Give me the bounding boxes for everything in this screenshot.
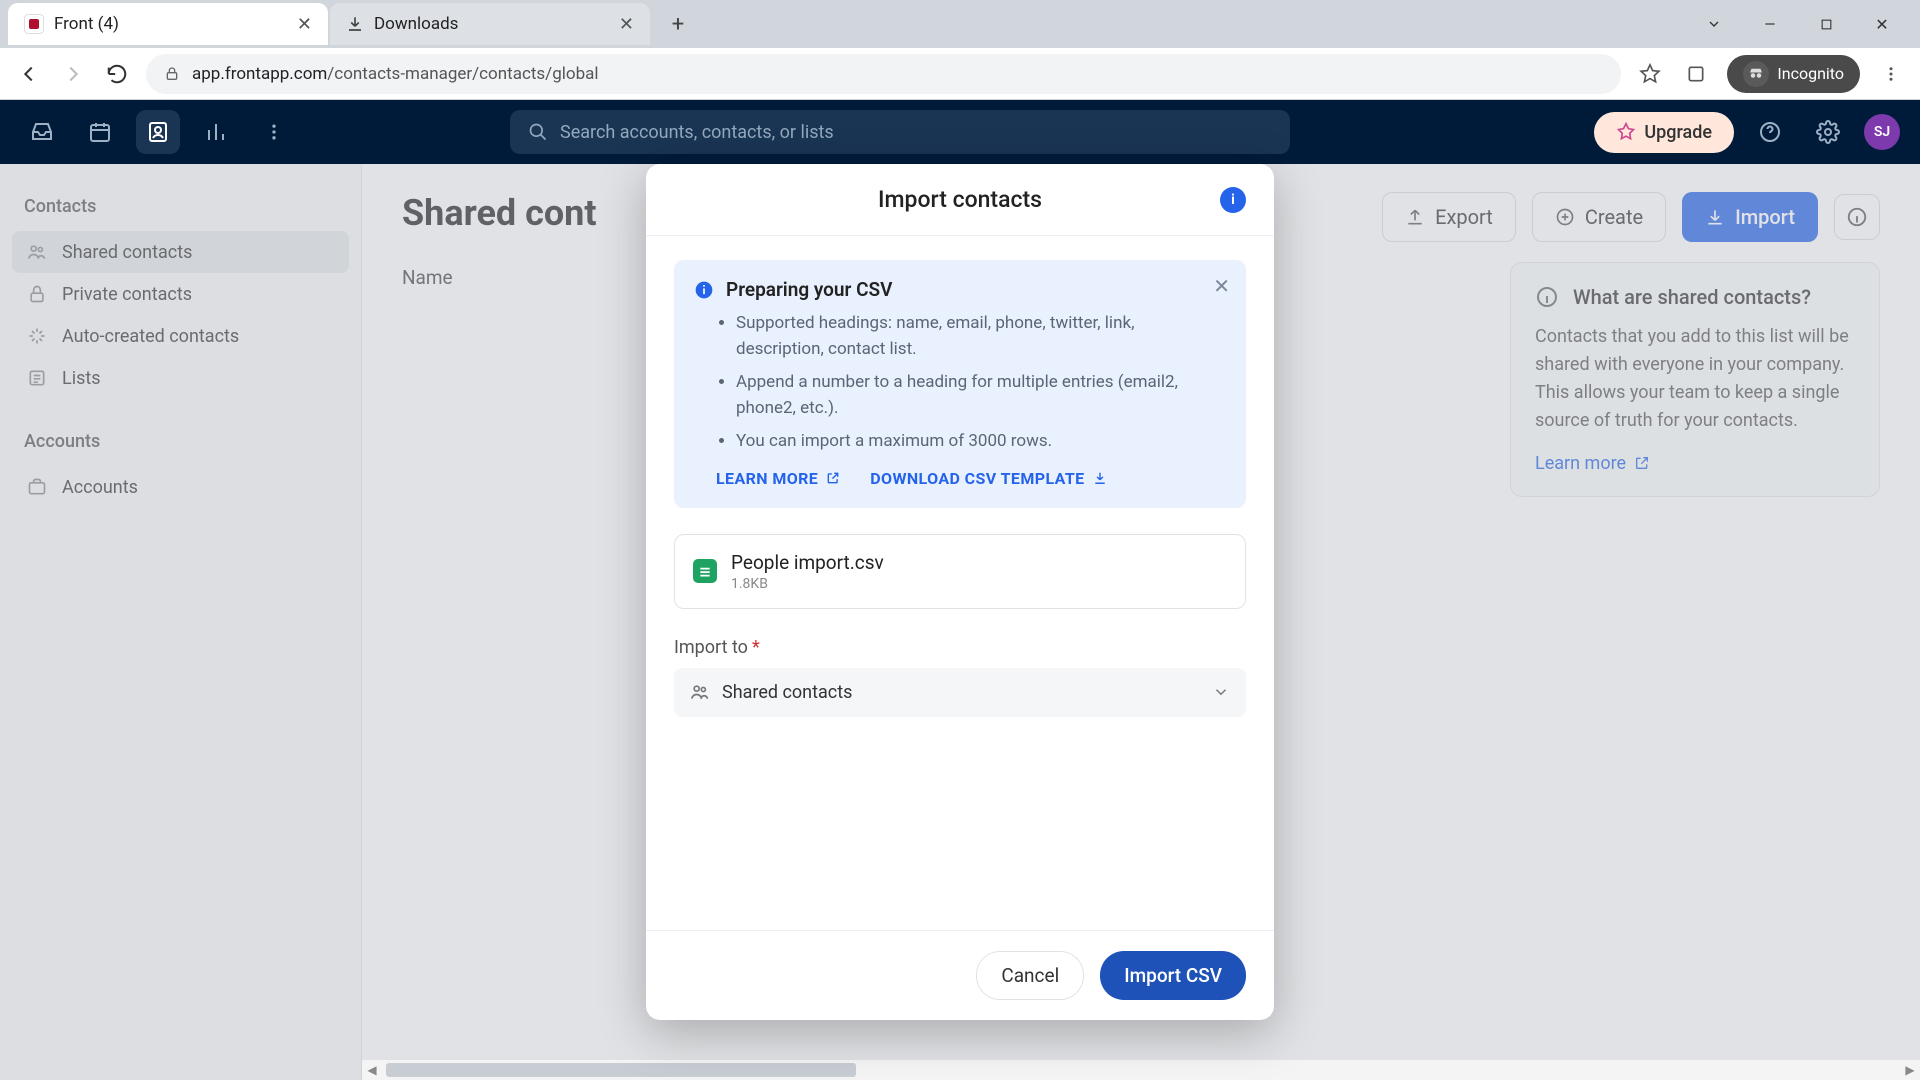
search-placeholder: Search accounts, contacts, or lists [560, 122, 834, 143]
import-to-label: Import to* [674, 637, 1246, 658]
bookmark-icon[interactable] [1635, 59, 1665, 89]
url-path: /contacts-manager/contacts/global [327, 64, 598, 84]
nav-inbox-icon[interactable] [20, 110, 64, 154]
upgrade-label: Upgrade [1644, 122, 1712, 143]
close-tab-icon[interactable]: ✕ [297, 14, 312, 35]
tab-title: Downloads [374, 14, 458, 34]
url-domain: app.frontapp.com [192, 64, 327, 84]
window-controls: ✕ [1700, 10, 1912, 38]
download-template-link[interactable]: DOWNLOAD CSV TEMPLATE [870, 469, 1106, 488]
modal-body: ✕ Preparing your CSV Supported headings:… [646, 236, 1274, 930]
cancel-button[interactable]: Cancel [976, 951, 1084, 1000]
import-contacts-modal: Import contacts i ✕ Preparing your CSV S… [646, 164, 1274, 1020]
people-icon [690, 682, 710, 702]
tab-bar: Front (4) ✕ Downloads ✕ + ✕ [0, 0, 1920, 48]
browser-menu-icon[interactable] [1876, 59, 1906, 89]
csv-bullet: Append a number to a heading for multipl… [736, 370, 1226, 421]
import-to-value: Shared contacts [722, 682, 852, 703]
nav-contacts-icon[interactable] [136, 110, 180, 154]
import-to-select[interactable]: Shared contacts [674, 668, 1246, 717]
upgrade-button[interactable]: Upgrade [1594, 112, 1734, 153]
learn-more-label: LEARN MORE [716, 469, 818, 488]
url-input[interactable]: app.frontapp.com/contacts-manager/contac… [146, 54, 1621, 94]
scroll-left-icon[interactable]: ◀ [362, 1063, 382, 1077]
modal-info-icon[interactable]: i [1220, 187, 1246, 213]
new-tab-button[interactable]: + [660, 6, 696, 42]
uploaded-file-card[interactable]: People import.csv 1.8KB [674, 534, 1246, 609]
scroll-right-icon[interactable]: ▶ [1900, 1063, 1920, 1077]
modal-footer: Cancel Import CSV [646, 930, 1274, 1020]
nav-more-icon[interactable] [252, 110, 296, 154]
csv-heading: Preparing your CSV [726, 278, 892, 301]
close-callout-icon[interactable]: ✕ [1213, 274, 1230, 298]
csv-file-icon [693, 559, 717, 583]
scroll-thumb[interactable] [386, 1063, 856, 1077]
external-link-icon [826, 471, 840, 485]
csv-bullet-list: Supported headings: name, email, phone, … [694, 311, 1226, 455]
tab-title: Front (4) [54, 14, 119, 34]
learn-more-link[interactable]: LEARN MORE [716, 469, 840, 488]
browser-tab-downloads[interactable]: Downloads ✕ [330, 3, 650, 45]
minimize-icon[interactable] [1756, 10, 1784, 38]
close-tab-icon[interactable]: ✕ [619, 14, 634, 35]
file-size: 1.8KB [731, 576, 884, 592]
file-name: People import.csv [731, 551, 884, 574]
import-csv-button[interactable]: Import CSV [1100, 951, 1246, 1000]
csv-bullet: You can import a maximum of 3000 rows. [736, 429, 1226, 455]
incognito-icon [1743, 61, 1769, 87]
incognito-label: Incognito [1777, 64, 1844, 83]
browser-chrome: Front (4) ✕ Downloads ✕ + ✕ [0, 0, 1920, 100]
browser-tab-front[interactable]: Front (4) ✕ [8, 3, 328, 45]
chevron-down-icon [1212, 683, 1230, 701]
csv-info-callout: ✕ Preparing your CSV Supported headings:… [674, 260, 1246, 508]
download-icon [1093, 471, 1107, 485]
modal-header: Import contacts i [646, 164, 1274, 236]
forward-button[interactable] [58, 59, 88, 89]
info-icon [694, 280, 714, 300]
download-icon [346, 15, 364, 33]
extensions-icon[interactable] [1681, 59, 1711, 89]
search-input[interactable]: Search accounts, contacts, or lists [510, 110, 1290, 154]
address-bar: app.frontapp.com/contacts-manager/contac… [0, 48, 1920, 100]
csv-bullet: Supported headings: name, email, phone, … [736, 311, 1226, 362]
modal-title: Import contacts [878, 186, 1042, 213]
avatar[interactable]: SJ [1864, 114, 1900, 150]
nav-analytics-icon[interactable] [194, 110, 238, 154]
reload-button[interactable] [102, 59, 132, 89]
close-window-icon[interactable]: ✕ [1868, 10, 1896, 38]
chevron-down-icon[interactable] [1700, 10, 1728, 38]
nav-calendar-icon[interactable] [78, 110, 122, 154]
back-button[interactable] [14, 59, 44, 89]
favicon-front [24, 14, 44, 34]
settings-icon[interactable] [1806, 110, 1850, 154]
app-header: Search accounts, contacts, or lists Upgr… [0, 100, 1920, 164]
download-template-label: DOWNLOAD CSV TEMPLATE [870, 469, 1084, 488]
help-icon[interactable] [1748, 110, 1792, 154]
incognito-badge[interactable]: Incognito [1727, 55, 1860, 93]
horizontal-scrollbar[interactable]: ◀ ▶ [362, 1060, 1920, 1080]
maximize-icon[interactable] [1812, 10, 1840, 38]
